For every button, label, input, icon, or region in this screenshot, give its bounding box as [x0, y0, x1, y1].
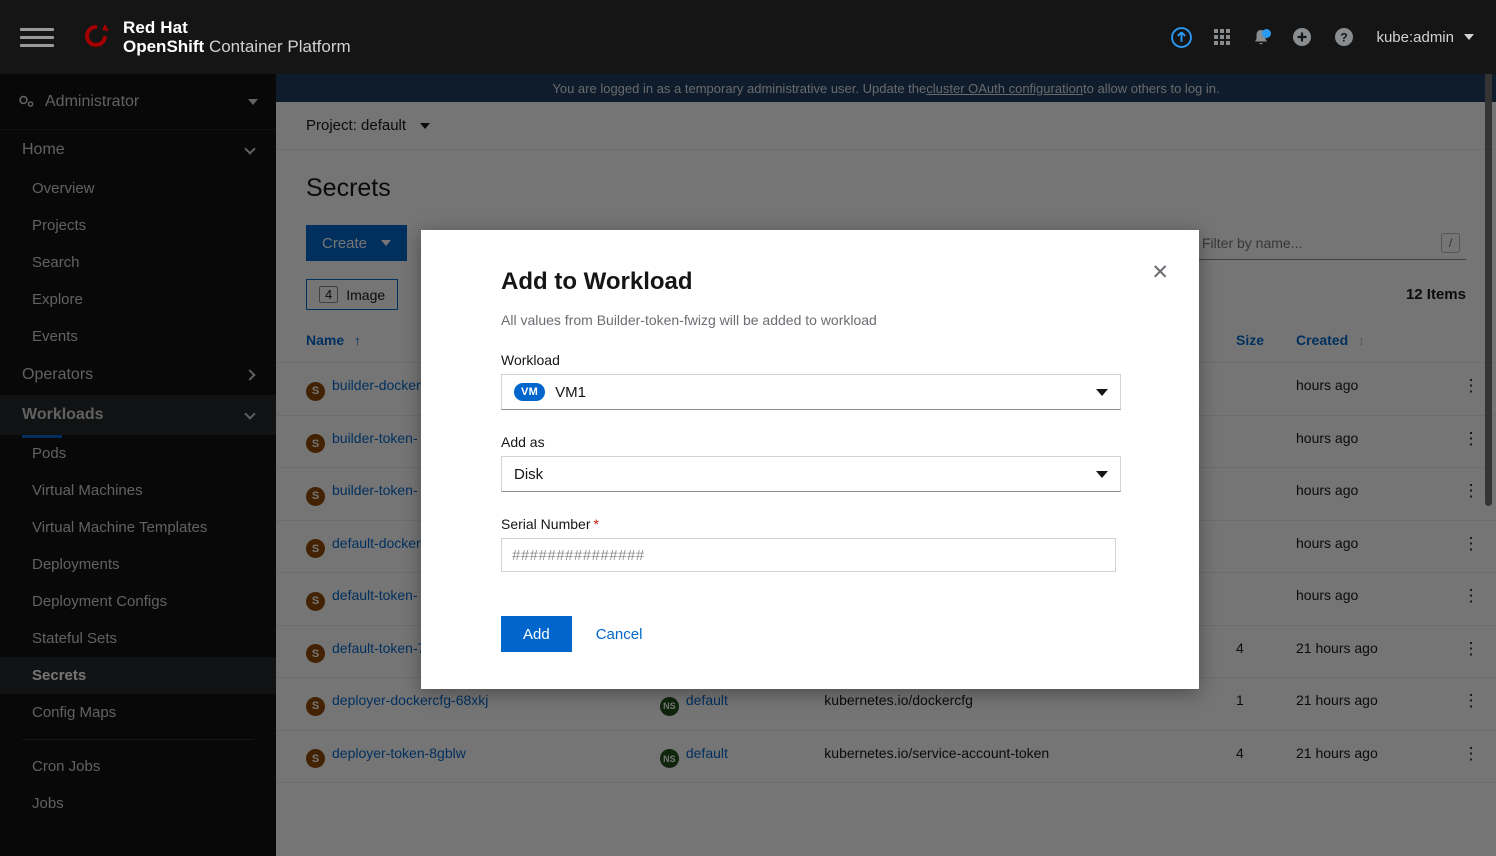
red-hat-logo-icon	[85, 24, 109, 47]
brand-text: Red Hat OpenShift Container Platform	[123, 18, 351, 56]
add-to-workload-modal: ✕ Add to Workload All values from Builde…	[421, 230, 1199, 689]
modal-title: Add to Workload	[501, 268, 693, 295]
chevron-down-icon	[1096, 470, 1108, 478]
chevron-down-icon	[1096, 388, 1108, 396]
workload-value-text: VM1	[555, 383, 586, 401]
add-button[interactable]: Add	[501, 616, 572, 652]
notifications-bell-icon[interactable]	[1252, 28, 1272, 47]
brand-line-red-hat: Red Hat	[123, 17, 188, 37]
workload-select-value: VM VM1	[514, 383, 1096, 401]
workload-field: Workload VM VM1	[501, 352, 1121, 410]
masthead-actions: ? kube:admin	[1171, 26, 1474, 48]
brand-line-product: OpenShift Container Platform	[123, 37, 351, 56]
add-as-select[interactable]: Disk	[501, 456, 1121, 492]
help-circle-icon[interactable]: ?	[1334, 27, 1354, 47]
hamburger-icon[interactable]	[20, 23, 54, 52]
serial-number-label: Serial Number *	[501, 516, 1121, 532]
notification-badge-dot	[1262, 28, 1272, 38]
close-icon[interactable]: ✕	[1151, 262, 1169, 283]
cancel-button[interactable]: Cancel	[596, 626, 643, 643]
plus-circle-icon[interactable]	[1292, 27, 1312, 47]
serial-number-label-text: Serial Number	[501, 516, 591, 532]
serial-number-field: Serial Number *	[501, 516, 1121, 572]
application-launcher-icon[interactable]	[1214, 29, 1231, 45]
brand-product-rest: Container Platform	[204, 37, 351, 56]
import-icon[interactable]	[1171, 26, 1193, 48]
brand-openshift: OpenShift	[123, 37, 205, 56]
svg-text:?: ?	[1341, 31, 1348, 45]
modal-actions: Add Cancel	[501, 616, 1159, 652]
vm-badge-icon: VM	[514, 383, 546, 401]
modal-subtitle: All values from Builder-token-fwizg will…	[501, 312, 877, 328]
required-asterisk: *	[593, 516, 599, 532]
serial-number-input[interactable]	[501, 538, 1116, 572]
add-as-label: Add as	[501, 434, 545, 450]
user-name-label: kube:admin	[1376, 28, 1454, 46]
workload-select[interactable]: VM VM1	[501, 374, 1121, 410]
brand-logo[interactable]: Red Hat OpenShift Container Platform	[81, 18, 351, 56]
app-root: Red Hat OpenShift Container Platform ? k…	[0, 0, 1496, 856]
chevron-down-icon	[1464, 34, 1474, 40]
workload-label: Workload	[501, 352, 560, 368]
add-as-field: Add as Disk	[501, 434, 1121, 492]
add-as-select-value: Disk	[514, 465, 544, 483]
masthead: Red Hat OpenShift Container Platform ? k…	[0, 0, 1496, 74]
user-menu[interactable]: kube:admin	[1376, 29, 1474, 46]
